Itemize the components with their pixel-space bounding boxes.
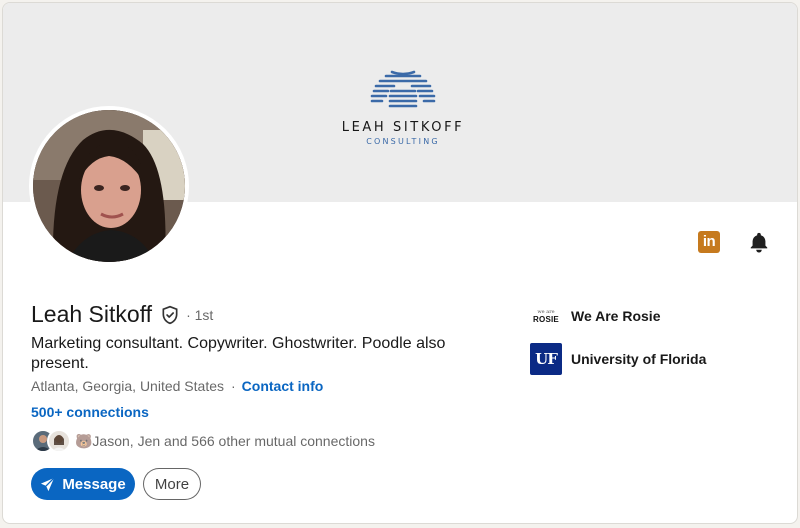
mutual-connections[interactable]: 🐻Jason, Jen and 566 other mutual connect… (31, 429, 375, 453)
striped-sweater-logo (370, 70, 436, 108)
banner-brand-sub: CONSULTING (366, 137, 440, 146)
education-name: University of Florida (571, 351, 707, 367)
message-button-label: Message (62, 475, 126, 493)
connection-degree: · 1st (186, 306, 214, 323)
verified-shield-icon[interactable] (160, 305, 180, 325)
paper-plane-icon (41, 476, 55, 491)
mutual-connections-text: 🐻Jason, Jen and 566 other mutual connect… (75, 432, 375, 449)
contact-info-link[interactable]: Contact info (242, 378, 324, 394)
location-row: Atlanta, Georgia, United States · Contact … (31, 378, 323, 394)
linkedin-icon: in (698, 231, 720, 253)
mutual-avatar-2 (47, 429, 71, 453)
more-button[interactable]: More (143, 468, 201, 500)
we-are-rosie-logo: we are ROSIE (530, 300, 562, 332)
more-button-label: More (154, 475, 190, 493)
profile-location: Atlanta, Georgia, United States (31, 378, 224, 394)
separator-dot: · (231, 378, 236, 394)
banner-brand-name: LEAH SITKOFF (341, 120, 465, 135)
profile-card: LEAH SITKOFF CONSULTING in Leah Sitkoff (2, 2, 798, 524)
connections-link[interactable]: 500+ connections (31, 404, 149, 420)
linkedin-button[interactable]: in (698, 231, 720, 253)
profile-name: Leah Sitkoff (31, 301, 153, 327)
notifications-button[interactable] (748, 231, 770, 258)
experience-item-we-are-rosie[interactable]: we are ROSIE We Are Rosie (530, 300, 660, 332)
message-button[interactable]: Message (31, 468, 135, 500)
profile-photo (33, 110, 185, 262)
mutual-avatars (31, 429, 73, 453)
connections-row: 500+ connections (31, 404, 149, 420)
profile-headline: Marketing consultant. Copywriter. Ghostw… (31, 335, 446, 372)
bell-icon (750, 232, 768, 253)
university-of-florida-logo: UF (530, 343, 562, 375)
profile-avatar[interactable] (29, 106, 189, 266)
education-item-university-of-florida[interactable]: UF University of Florida (530, 343, 706, 375)
name-row: Leah Sitkoff · 1st (31, 301, 213, 328)
rosie-logo-word: ROSIE (533, 314, 559, 324)
experience-name: We Are Rosie (571, 308, 661, 324)
